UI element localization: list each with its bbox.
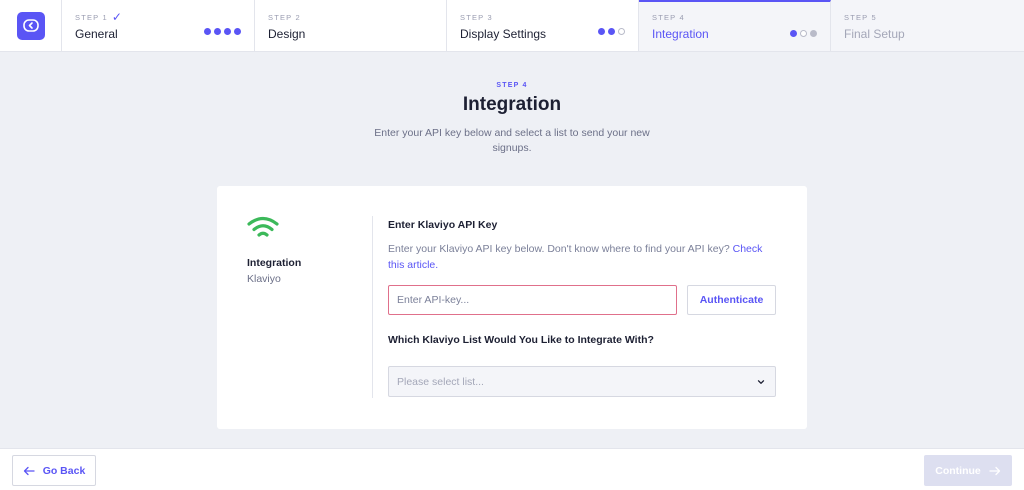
step-progress-dots: [790, 30, 817, 37]
api-key-help: Enter your Klaviyo API key below. Don't …: [388, 241, 777, 273]
progress-dot-empty: [800, 30, 807, 37]
page-title: Integration: [462, 94, 562, 115]
progress-dot-filled: [224, 28, 231, 35]
app-logo[interactable]: [16, 11, 45, 40]
go-back-button[interactable]: Go Back: [12, 455, 96, 486]
continue-label: Continue: [935, 464, 981, 477]
api-key-label: Enter Klaviyo API Key: [388, 219, 498, 231]
integration-summary: Integration Klaviyo: [247, 216, 301, 285]
step-progress-dots: [204, 28, 241, 35]
progress-dot-filled: [234, 28, 241, 35]
chevron-down-icon: [757, 379, 765, 384]
step-name: Design: [268, 27, 306, 41]
continue-button[interactable]: Continue: [924, 455, 1012, 486]
progress-dot-empty: [618, 28, 625, 35]
go-back-label: Go Back: [42, 464, 86, 477]
step-number: STEP 1: [75, 12, 108, 22]
step-integration[interactable]: STEP 4 Integration: [639, 0, 831, 51]
back-circle-icon: [22, 18, 39, 32]
page-step-label: STEP 4: [496, 82, 528, 89]
integration-name: Klaviyo: [247, 273, 281, 285]
integration-form: Enter Klaviyo API Key Enter your Klaviyo…: [388, 219, 777, 397]
step-design[interactable]: STEP 2 Design: [255, 0, 447, 51]
step-number: STEP 2: [268, 12, 301, 22]
top-stepper: STEP 1 ✓ General STEP 2 Design STEP 3 Di…: [0, 0, 1024, 52]
arrow-right-icon: [989, 466, 1000, 475]
progress-dot-filled: [608, 28, 615, 35]
step-name: Final Setup: [844, 27, 905, 41]
api-key-row: Authenticate: [388, 285, 777, 315]
progress-dot-grey: [810, 30, 817, 37]
arrow-left-icon: [23, 466, 35, 475]
step-number: STEP 5: [844, 12, 877, 22]
card-divider: [372, 216, 373, 398]
step-number: STEP 3: [460, 12, 493, 22]
list-select-placeholder: Please select list...: [397, 375, 484, 388]
list-select[interactable]: Please select list...: [388, 366, 776, 397]
step-number: STEP 4: [652, 12, 685, 22]
progress-dot-filled: [214, 28, 221, 35]
progress-dot-filled: [790, 30, 797, 37]
integration-card: Integration Klaviyo Enter Klaviyo API Ke…: [217, 186, 807, 429]
api-key-input[interactable]: [388, 285, 677, 315]
logo-cell: [0, 0, 62, 51]
step-final-setup[interactable]: STEP 5 Final Setup: [831, 0, 1024, 51]
progress-dot-filled: [598, 28, 605, 35]
authenticate-button[interactable]: Authenticate: [687, 285, 776, 315]
step-progress-dots: [598, 28, 625, 35]
list-label: Which Klaviyo List Would You Like to Int…: [388, 334, 654, 346]
page-subtitle: Enter your API key below and select a li…: [374, 127, 650, 154]
wifi-icon: [247, 216, 279, 237]
step-display-settings[interactable]: STEP 3 Display Settings: [447, 0, 639, 51]
integration-title: Integration: [247, 257, 302, 269]
bottom-bar: Go Back Continue: [0, 448, 1024, 490]
progress-dot-filled: [204, 28, 211, 35]
step-general[interactable]: STEP 1 ✓ General: [62, 0, 255, 51]
api-key-help-text: Enter your Klaviyo API key below. Don't …: [388, 243, 730, 255]
check-icon: ✓: [111, 10, 124, 24]
